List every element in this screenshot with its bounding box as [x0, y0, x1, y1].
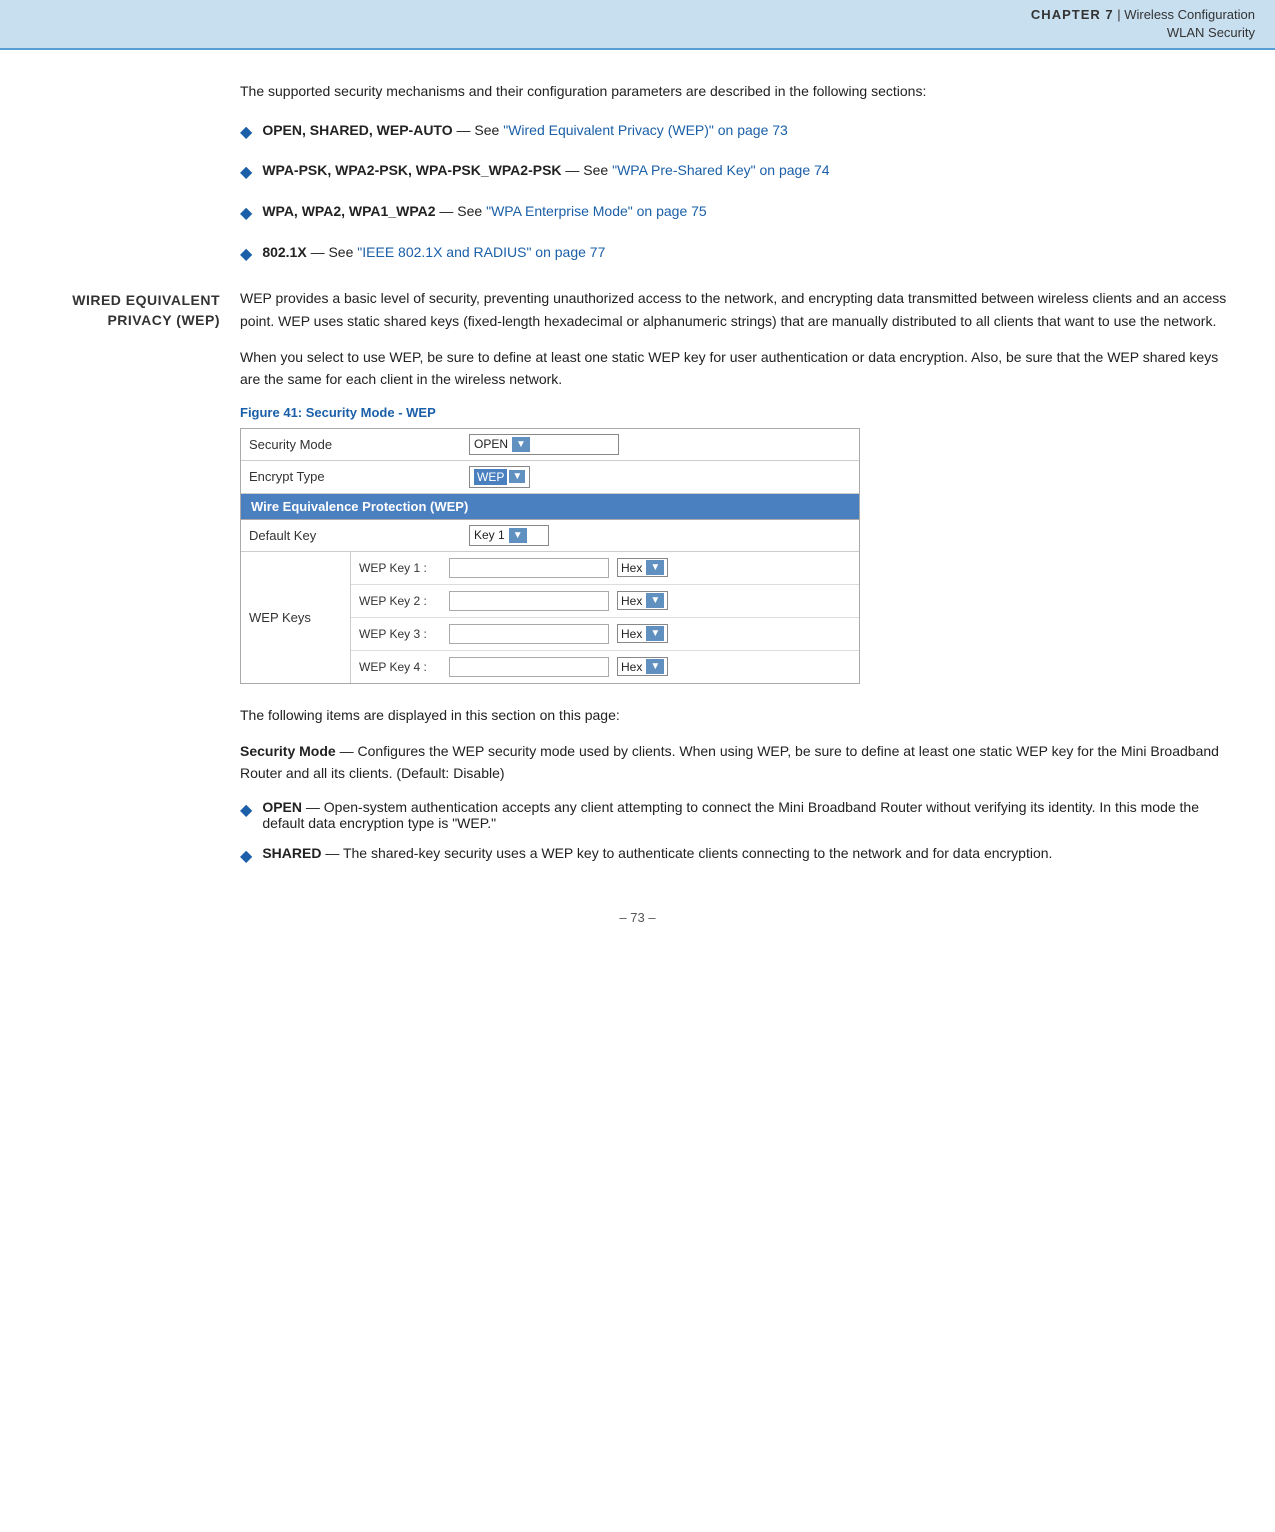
- encrypt-type-row: Encrypt Type WEP ▼: [241, 461, 859, 494]
- shared-security-row: ◆ SHARED — The shared-key security uses …: [240, 845, 1235, 866]
- default-key-arrow-icon[interactable]: ▼: [509, 528, 527, 543]
- bullet-dash-3: — See: [436, 203, 487, 219]
- figure-caption: Figure 41: Security Mode - WEP: [240, 405, 1235, 420]
- page-header: CHAPTER 7 | Wireless Configuration WLAN …: [0, 0, 1275, 50]
- wep-key-hex-label-2: Hex: [621, 594, 642, 608]
- bullet-list: ◆ OPEN, SHARED, WEP-AUTO — See "Wired Eq…: [240, 119, 1235, 267]
- default-key-value-cell: Key 1 ▼: [469, 525, 549, 546]
- encrypt-type-label: Encrypt Type: [249, 469, 469, 484]
- shared-desc: — The shared-key security uses a WEP key…: [321, 845, 1052, 861]
- bullet-diamond-icon: ◆: [240, 242, 252, 268]
- security-mode-field-name: Security Mode: [240, 743, 336, 759]
- body-text-2: When you select to use WEP, be sure to d…: [240, 346, 1235, 391]
- default-key-select[interactable]: Key 1 ▼: [469, 525, 549, 546]
- wep-key-input-3[interactable]: [449, 624, 609, 644]
- wep-key-select-4[interactable]: Hex ▼: [617, 657, 668, 676]
- list-item: ◆ WPA, WPA2, WPA1_WPA2 — See "WPA Enterp…: [240, 200, 1235, 227]
- wep-key-arrow-1[interactable]: ▼: [646, 560, 664, 575]
- default-key-row: Default Key Key 1 ▼: [241, 520, 859, 552]
- wep-key-row-4: WEP Key 4 : Hex ▼: [351, 651, 859, 683]
- security-mode-row: Security Mode OPEN ▼: [241, 429, 859, 461]
- list-item: ◆ 802.1X — See "IEEE 802.1X and RADIUS" …: [240, 241, 1235, 268]
- security-mode-label: Security Mode: [249, 437, 469, 452]
- wep-section: Wired Equivalent Privacy (WEP) WEP provi…: [20, 287, 1255, 880]
- wep-key-arrow-3[interactable]: ▼: [646, 626, 664, 641]
- wep-key-hex-label-1: Hex: [621, 561, 642, 575]
- list-item: ◆ WPA-PSK, WPA2-PSK, WPA-PSK_WPA2-PSK — …: [240, 159, 1235, 186]
- bullet-dash-4: — See: [307, 244, 358, 260]
- bullet-bold-4: 802.1X: [262, 244, 306, 260]
- section-title-line1: Wired Equivalent: [72, 292, 220, 308]
- open-security-row: ◆ OPEN — Open-system authentication acce…: [240, 799, 1235, 831]
- encrypt-type-value-cell: WEP ▼: [469, 466, 851, 488]
- wep-keys-area: WEP Keys WEP Key 1 : Hex ▼ WEP Key 2 :: [241, 552, 859, 683]
- encrypt-type-selected: WEP: [474, 469, 507, 485]
- chapter-label: CHAPTER 7: [1031, 7, 1114, 22]
- bullet-diamond-icon: ◆: [240, 120, 252, 146]
- open-desc: — Open-system authentication accepts any…: [262, 799, 1199, 831]
- wep-keys-rows: WEP Key 1 : Hex ▼ WEP Key 2 : Hex: [351, 552, 859, 683]
- bullet-link-3[interactable]: "WPA Enterprise Mode" on page 75: [486, 203, 707, 219]
- wep-key-row-1: WEP Key 1 : Hex ▼: [351, 552, 859, 585]
- open-bullet-icon: ◆: [240, 800, 252, 831]
- wep-figure: Security Mode OPEN ▼ Encrypt Type WEP: [240, 428, 860, 684]
- wep-key-name-1: WEP Key 1 :: [359, 561, 449, 575]
- security-mode-selected: OPEN: [474, 437, 508, 451]
- shared-bold: SHARED: [262, 845, 321, 861]
- wep-key-input-2[interactable]: [449, 591, 609, 611]
- wep-key-arrow-2[interactable]: ▼: [646, 593, 664, 608]
- wep-key-select-3[interactable]: Hex ▼: [617, 624, 668, 643]
- following-section: The following items are displayed in thi…: [240, 704, 1235, 866]
- bullet-link-1[interactable]: "Wired Equivalent Privacy (WEP)" on page…: [503, 122, 788, 138]
- bullet-dash-2: — See: [562, 162, 613, 178]
- bullet-bold-3: WPA, WPA2, WPA1_WPA2: [262, 203, 435, 219]
- wep-key-select-2[interactable]: Hex ▼: [617, 591, 668, 610]
- list-item: ◆ OPEN, SHARED, WEP-AUTO — See "Wired Eq…: [240, 119, 1235, 146]
- intro-text: The supported security mechanisms and th…: [240, 80, 1235, 102]
- wep-key-row-3: WEP Key 3 : Hex ▼: [351, 618, 859, 651]
- security-mode-field-desc: — Configures the WEP security mode used …: [240, 743, 1219, 781]
- security-mode-select[interactable]: OPEN ▼: [469, 434, 619, 455]
- bullet-bold-1: OPEN, SHARED, WEP-AUTO: [262, 122, 452, 138]
- bullet-link-2[interactable]: "WPA Pre-Shared Key" on page 74: [612, 162, 829, 178]
- section-left-margin: Wired Equivalent Privacy (WEP): [20, 287, 240, 880]
- bullet-diamond-icon: ◆: [240, 201, 252, 227]
- bullet-dash-1: — See: [453, 122, 504, 138]
- section-title: Wired Equivalent Privacy (WEP): [20, 291, 220, 330]
- wep-key-select-1[interactable]: Hex ▼: [617, 558, 668, 577]
- bullet-bold-2: WPA-PSK, WPA2-PSK, WPA-PSK_WPA2-PSK: [262, 162, 561, 178]
- wep-key-name-3: WEP Key 3 :: [359, 627, 449, 641]
- bullet-link-4[interactable]: "IEEE 802.1X and RADIUS" on page 77: [357, 244, 605, 260]
- encrypt-type-select[interactable]: WEP ▼: [469, 466, 530, 488]
- wep-key-hex-label-3: Hex: [621, 627, 642, 641]
- wep-section-header: Wire Equivalence Protection (WEP): [241, 494, 859, 520]
- sub-title: WLAN Security: [0, 24, 1255, 42]
- default-key-selected: Key 1: [474, 528, 505, 542]
- section-title-line2: Privacy (WEP): [107, 312, 220, 328]
- wep-key-row-2: WEP Key 2 : Hex ▼: [351, 585, 859, 618]
- page-number: – 73 –: [619, 910, 655, 925]
- wep-key-name-4: WEP Key 4 :: [359, 660, 449, 674]
- wep-keys-label: WEP Keys: [241, 552, 351, 683]
- wep-key-name-2: WEP Key 2 :: [359, 594, 449, 608]
- open-bold: OPEN: [262, 799, 302, 815]
- body-text-1: WEP provides a basic level of security, …: [240, 287, 1235, 332]
- following-text: The following items are displayed in thi…: [240, 704, 1235, 726]
- header-separator: |: [1114, 7, 1125, 22]
- encrypt-type-arrow-icon[interactable]: ▼: [509, 470, 525, 483]
- chapter-title-text: Wireless Configuration: [1124, 7, 1255, 22]
- wep-key-input-4[interactable]: [449, 657, 609, 677]
- section-body: WEP provides a basic level of security, …: [240, 287, 1255, 880]
- bullet-diamond-icon: ◆: [240, 160, 252, 186]
- security-mode-arrow-icon[interactable]: ▼: [512, 437, 530, 452]
- wep-key-hex-label-4: Hex: [621, 660, 642, 674]
- page-footer: – 73 –: [0, 900, 1275, 935]
- security-mode-value-cell: OPEN ▼: [469, 434, 851, 455]
- shared-bullet-icon: ◆: [240, 846, 252, 866]
- security-mode-description: Security Mode — Configures the WEP secur…: [240, 740, 1235, 785]
- wep-key-arrow-4[interactable]: ▼: [646, 659, 664, 674]
- default-key-label: Default Key: [249, 528, 469, 543]
- wep-key-input-1[interactable]: [449, 558, 609, 578]
